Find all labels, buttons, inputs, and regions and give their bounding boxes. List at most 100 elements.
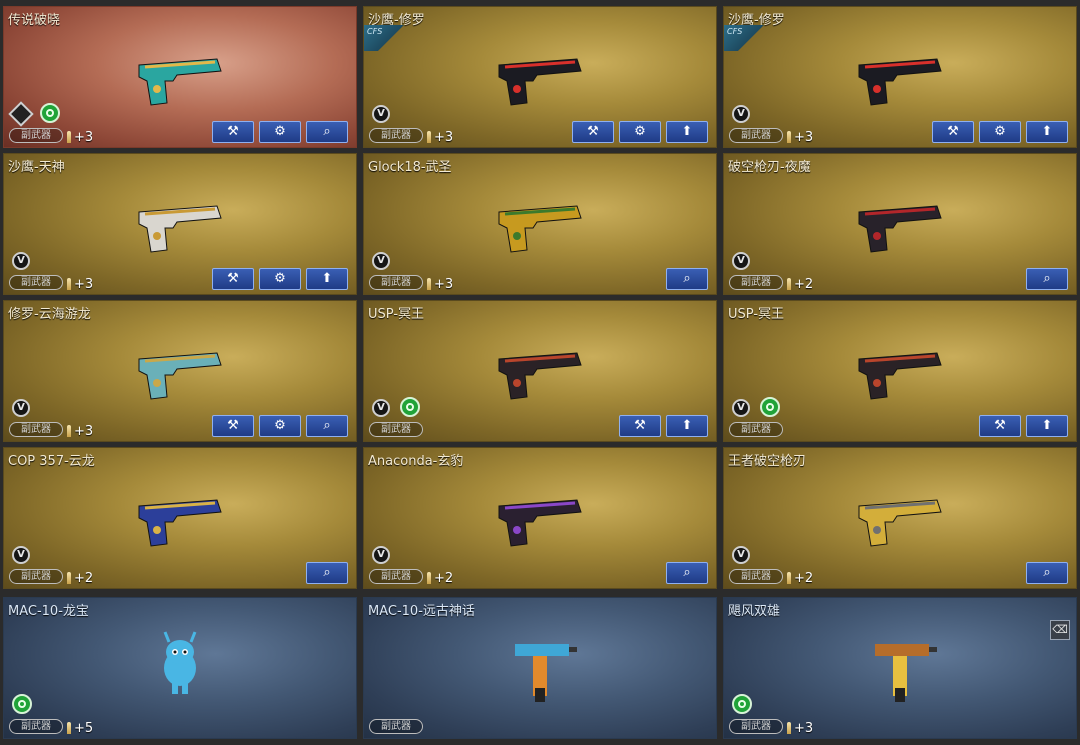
upgrade-button[interactable]: ⬆ bbox=[666, 121, 708, 143]
weapon-image bbox=[498, 499, 582, 547]
settings-button[interactable]: ⚙ bbox=[259, 415, 301, 437]
ammo-icon bbox=[67, 131, 71, 143]
upgrade-button[interactable]: ⬆ bbox=[306, 268, 348, 290]
weapon-name: MAC-10-远古神话 bbox=[368, 604, 475, 619]
weapon-type-tag: 副武器 bbox=[9, 422, 63, 437]
repair-button[interactable]: ⚒ bbox=[212, 121, 254, 143]
weapon-preview bbox=[485, 331, 595, 409]
weapon-name: COP 357-云龙 bbox=[8, 454, 95, 469]
enhance-level: +3 bbox=[74, 424, 94, 439]
weapon-image bbox=[875, 644, 937, 702]
weapon-preview bbox=[845, 628, 955, 706]
ammo-icon bbox=[67, 425, 71, 437]
search-button[interactable]: ⌕ bbox=[666, 268, 708, 290]
v-rank-icon: V bbox=[372, 105, 390, 123]
weapon-card[interactable]: COP 357-云龙 V 副武器 +2 ⌕ bbox=[3, 447, 357, 589]
settings-button[interactable]: ⚙ bbox=[259, 268, 301, 290]
weapon-name: 修罗-云海游龙 bbox=[8, 307, 91, 322]
weapon-card[interactable]: 传说破晓 副武器 +3 ⚒ ⚙ ⌕ bbox=[3, 6, 357, 148]
green-rarity-icon bbox=[12, 694, 32, 714]
repair-button[interactable]: ⚒ bbox=[979, 415, 1021, 437]
search-button[interactable]: ⌕ bbox=[666, 562, 708, 584]
enhance-level: +3 bbox=[74, 277, 94, 292]
weapon-preview bbox=[125, 628, 235, 706]
upgrade-button[interactable]: ⬆ bbox=[1026, 121, 1068, 143]
weapon-type-tag: 副武器 bbox=[369, 128, 423, 143]
weapon-card[interactable]: 沙鹰-修罗 CFS V 副武器 +3 ⚒ ⚙ ⬆ bbox=[363, 6, 717, 148]
ammo-icon bbox=[427, 278, 431, 290]
repair-button[interactable]: ⚒ bbox=[212, 415, 254, 437]
enhance-level: +2 bbox=[74, 571, 94, 586]
repair-button[interactable]: ⚒ bbox=[932, 121, 974, 143]
weapon-preview bbox=[125, 184, 235, 262]
weapon-preview bbox=[485, 478, 595, 556]
weapon-name: 飓风双雄 bbox=[728, 604, 781, 619]
weapon-preview bbox=[125, 331, 235, 409]
ammo-icon bbox=[787, 722, 791, 734]
weapon-card[interactable]: Anaconda-玄豹 V 副武器 +2 ⌕ bbox=[363, 447, 717, 589]
weapon-image bbox=[858, 499, 942, 547]
enhance-level: +2 bbox=[794, 277, 814, 292]
ammo-icon bbox=[427, 131, 431, 143]
settings-button[interactable]: ⚙ bbox=[259, 121, 301, 143]
repair-button[interactable]: ⚒ bbox=[619, 415, 661, 437]
upgrade-button[interactable]: ⬆ bbox=[666, 415, 708, 437]
search-button[interactable]: ⌕ bbox=[306, 121, 348, 143]
repair-button[interactable]: ⚒ bbox=[572, 121, 614, 143]
settings-button[interactable]: ⚙ bbox=[619, 121, 661, 143]
weapon-type-tag: 副武器 bbox=[9, 275, 63, 290]
v-rank-icon: V bbox=[732, 105, 750, 123]
weapon-card[interactable]: MAC-10-龙宝 副武器 +5 bbox=[3, 597, 357, 739]
ammo-icon bbox=[67, 278, 71, 290]
weapon-image bbox=[858, 205, 942, 253]
weapon-image bbox=[138, 352, 222, 400]
weapon-preview bbox=[845, 184, 955, 262]
weapon-card[interactable]: USP-冥王 V 副武器 ⚒ ⬆ bbox=[363, 300, 717, 442]
weapon-name: Anaconda-玄豹 bbox=[368, 454, 464, 469]
weapon-type-tag: 副武器 bbox=[729, 569, 783, 584]
trash-icon[interactable]: ⌫ bbox=[1050, 620, 1070, 640]
weapon-card[interactable]: 王者破空枪刃 V 副武器 +2 ⌕ bbox=[723, 447, 1077, 589]
weapon-type-tag: 副武器 bbox=[729, 275, 783, 290]
weapon-inventory-grid: 传说破晓 副武器 +3 ⚒ ⚙ ⌕ 沙鹰-修罗 CFS V 副武器 +3 ⚒ ⚙ ⬆ 沙鹰-修罗 CFS V 副武… bbox=[0, 0, 1080, 745]
ammo-icon bbox=[67, 722, 71, 734]
weapon-image bbox=[138, 499, 222, 547]
v-rank-icon: V bbox=[12, 399, 30, 417]
enhance-level: +3 bbox=[794, 721, 814, 736]
weapon-image bbox=[858, 58, 942, 106]
weapon-type-tag: 副武器 bbox=[369, 719, 423, 734]
v-rank-icon: V bbox=[372, 399, 390, 417]
search-button[interactable]: ⌕ bbox=[306, 415, 348, 437]
repair-button[interactable]: ⚒ bbox=[212, 268, 254, 290]
weapon-card[interactable]: 修罗-云海游龙 V 副武器 +3 ⚒ ⚙ ⌕ bbox=[3, 300, 357, 442]
weapon-card[interactable]: Glock18-武圣 V 副武器 +3 ⌕ bbox=[363, 153, 717, 295]
weapon-card[interactable]: MAC-10-远古神话 副武器 bbox=[363, 597, 717, 739]
weapon-preview bbox=[485, 184, 595, 262]
search-button[interactable]: ⌕ bbox=[1026, 562, 1068, 584]
enhance-level: +3 bbox=[74, 130, 94, 145]
ammo-icon bbox=[787, 572, 791, 584]
weapon-preview bbox=[845, 331, 955, 409]
weapon-card[interactable]: USP-冥王 V 副武器 ⚒ ⬆ bbox=[723, 300, 1077, 442]
search-button[interactable]: ⌕ bbox=[1026, 268, 1068, 290]
weapon-name: 王者破空枪刃 bbox=[728, 454, 807, 469]
enhance-level: +5 bbox=[74, 721, 94, 736]
ammo-icon bbox=[787, 131, 791, 143]
weapon-name: 传说破晓 bbox=[8, 13, 61, 28]
weapon-card[interactable]: 沙鹰-天神 V 副武器 +3 ⚒ ⚙ ⬆ bbox=[3, 153, 357, 295]
weapon-image bbox=[498, 352, 582, 400]
weapon-name: 沙鹰-天神 bbox=[8, 160, 65, 175]
weapon-card[interactable]: 沙鹰-修罗 CFS V 副武器 +3 ⚒ ⚙ ⬆ bbox=[723, 6, 1077, 148]
weapon-card[interactable]: 飓风双雄 副武器 +3 ⌫ bbox=[723, 597, 1077, 739]
weapon-type-tag: 副武器 bbox=[369, 569, 423, 584]
v-rank-icon: V bbox=[372, 252, 390, 270]
green-rarity-icon bbox=[760, 397, 780, 417]
weapon-preview bbox=[125, 37, 235, 115]
weapon-name: USP-冥王 bbox=[368, 307, 425, 322]
settings-button[interactable]: ⚙ bbox=[979, 121, 1021, 143]
weapon-card[interactable]: 破空枪刃-夜魔 V 副武器 +2 ⌕ bbox=[723, 153, 1077, 295]
v-rank-icon: V bbox=[732, 252, 750, 270]
enhance-level: +3 bbox=[794, 130, 814, 145]
upgrade-button[interactable]: ⬆ bbox=[1026, 415, 1068, 437]
search-button[interactable]: ⌕ bbox=[306, 562, 348, 584]
